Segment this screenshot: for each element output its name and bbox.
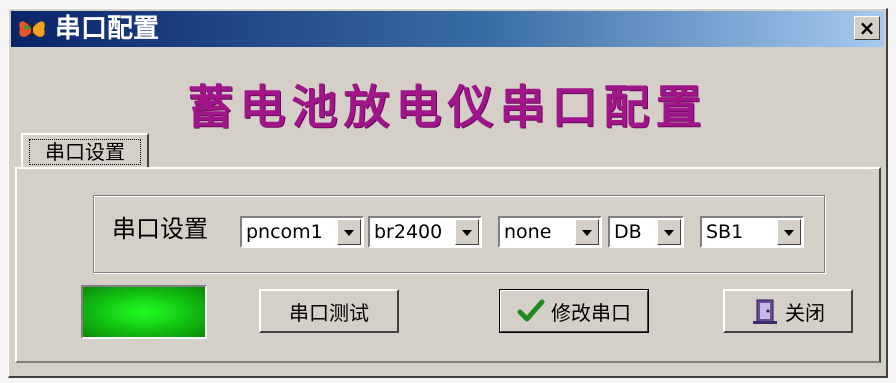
tab-label: 串口设置 xyxy=(29,139,141,165)
modify-port-label: 修改串口 xyxy=(551,300,631,325)
stop-bits-select[interactable]: SB1 xyxy=(700,216,804,248)
window-title: 串口配置 xyxy=(55,14,160,44)
tab-panel: 串口设置 pncom1 br2400 none DB SB1 串口测试 修改串口… xyxy=(15,167,881,363)
chevron-down-icon[interactable] xyxy=(337,219,361,245)
app-butterfly-icon xyxy=(19,21,45,37)
baud-rate-select[interactable]: br2400 xyxy=(368,216,482,248)
data-bits-select[interactable]: DB xyxy=(608,216,684,248)
close-window-button[interactable]: × xyxy=(854,16,880,40)
stop-bits-value: SB1 xyxy=(706,221,744,243)
test-port-button[interactable]: 串口测试 xyxy=(259,289,399,333)
close-label: 关闭 xyxy=(785,300,825,325)
close-button[interactable]: 关闭 xyxy=(723,289,853,333)
serial-settings-group: 串口设置 pncom1 br2400 none DB SB1 xyxy=(93,195,825,273)
parity-value: none xyxy=(504,221,552,243)
baud-rate-value: br2400 xyxy=(374,221,443,243)
serial-settings-label: 串口设置 xyxy=(112,215,208,243)
chevron-down-icon[interactable] xyxy=(455,219,479,245)
test-port-label: 串口测试 xyxy=(289,300,369,325)
data-bits-value: DB xyxy=(614,221,642,243)
checkmark-icon xyxy=(517,299,545,322)
chevron-down-icon[interactable] xyxy=(575,219,599,245)
chevron-down-icon[interactable] xyxy=(657,219,681,245)
port-select[interactable]: pncom1 xyxy=(240,216,364,248)
status-indicator-led xyxy=(81,285,207,339)
port-value: pncom1 xyxy=(246,221,323,243)
modify-port-button[interactable]: 修改串口 xyxy=(499,289,649,333)
chevron-down-icon[interactable] xyxy=(777,219,801,245)
parity-select[interactable]: none xyxy=(498,216,602,248)
serial-config-window: 串口配置 × 蓄电池放电仪串口配置 串口设置 串口设置 pncom1 br240… xyxy=(8,8,888,378)
door-exit-icon xyxy=(753,299,777,324)
page-heading: 蓄电池放电仪串口配置 xyxy=(187,80,708,134)
tab-serial-settings[interactable]: 串口设置 xyxy=(21,133,149,167)
title-bar[interactable]: 串口配置 × xyxy=(11,11,884,47)
